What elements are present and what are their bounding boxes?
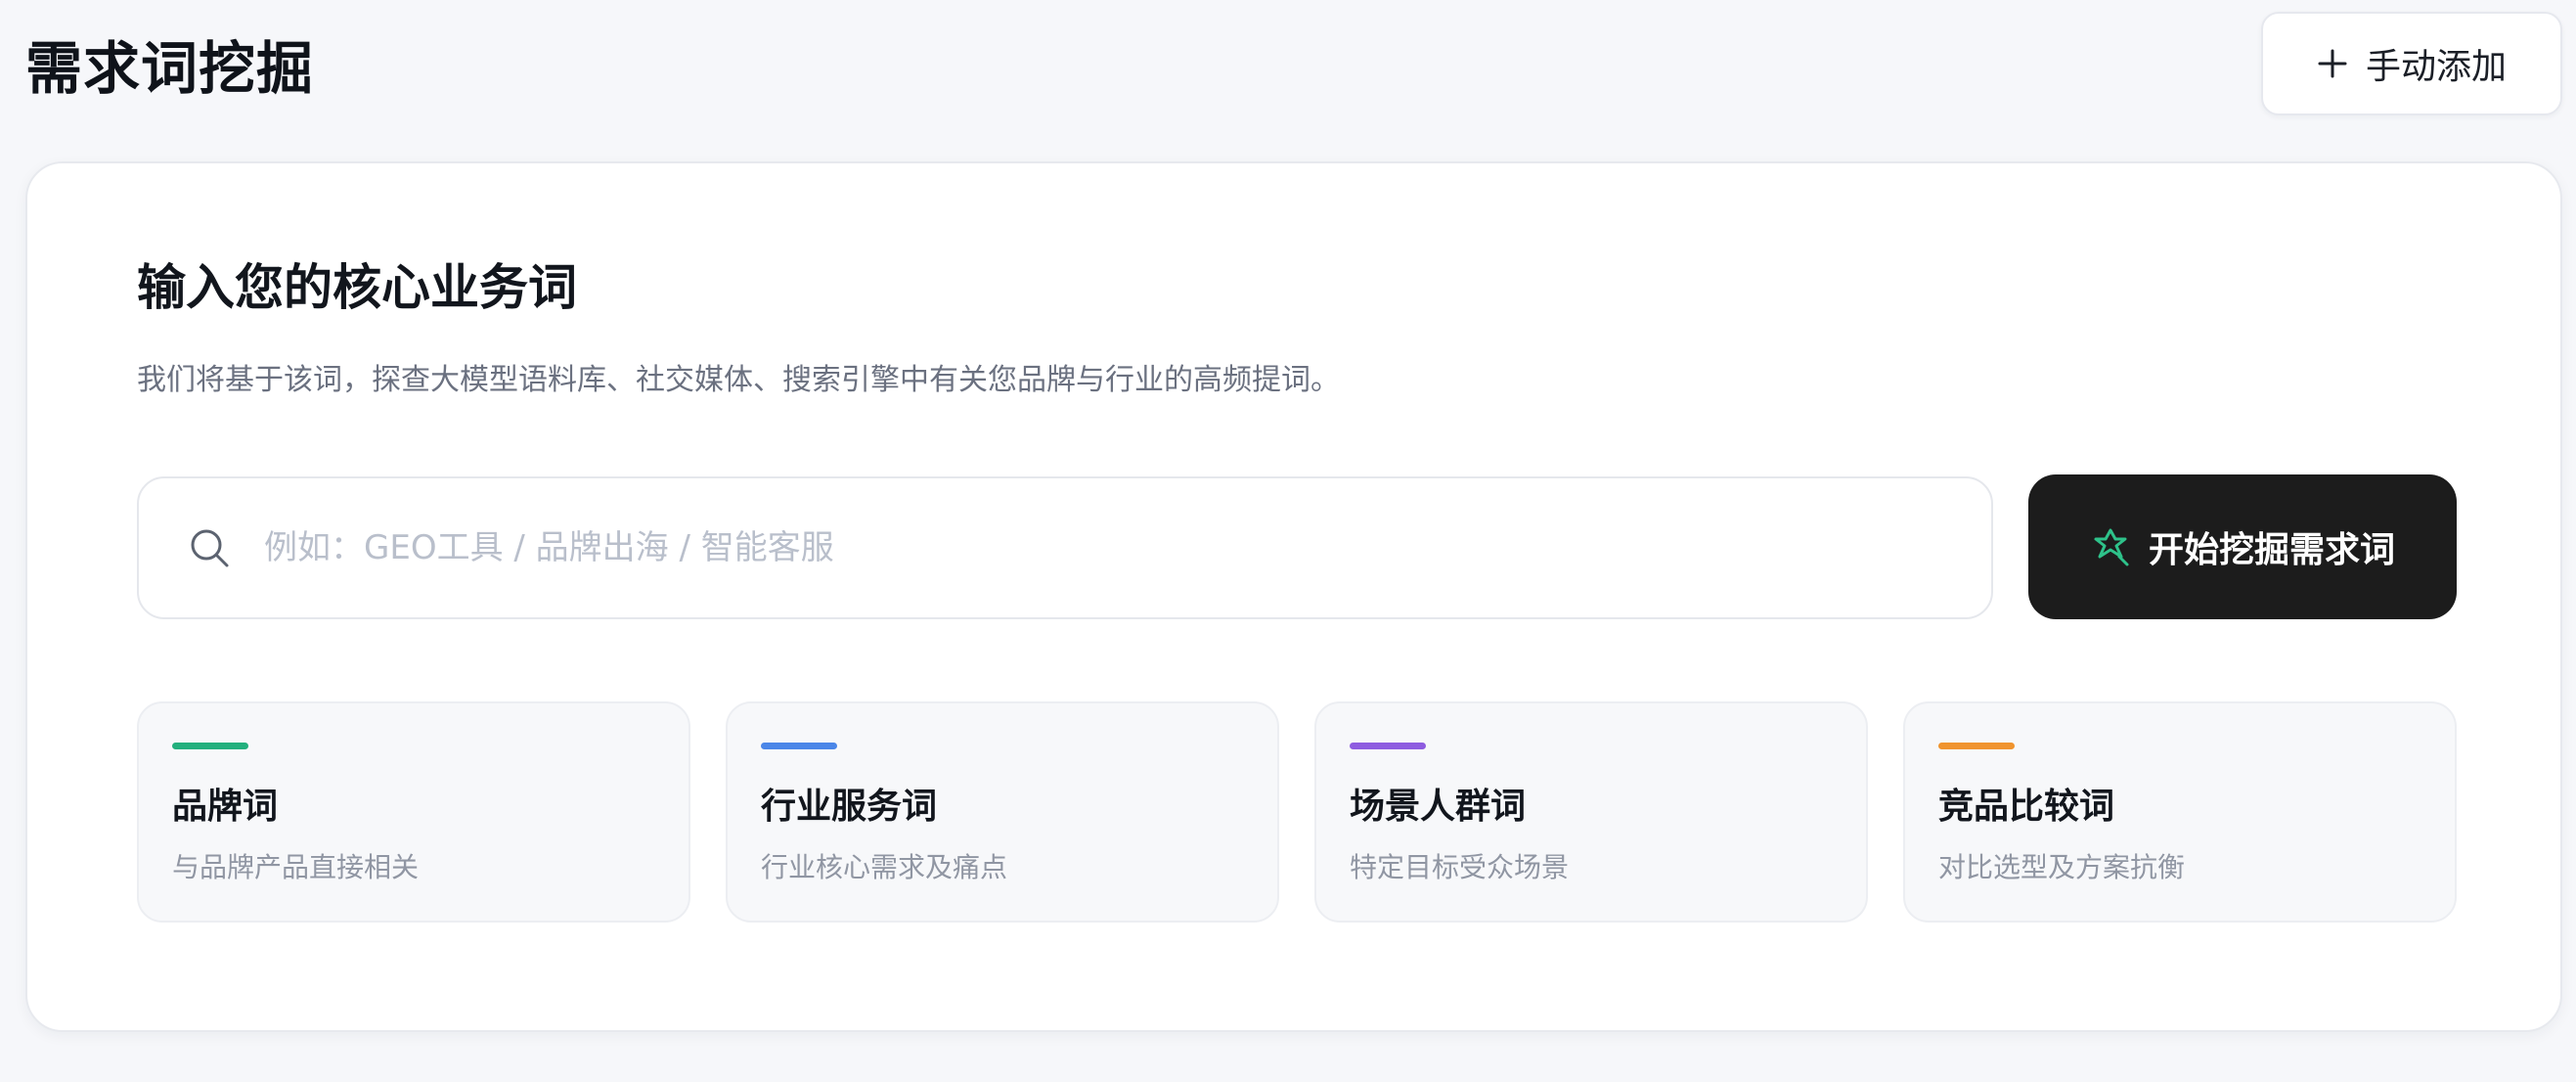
- start-mining-label: 开始挖掘需求词: [2148, 530, 2395, 570]
- start-mining-button[interactable]: 开始挖掘需求词: [2028, 474, 2457, 619]
- category-description: 特定目标受众场景: [1350, 851, 1570, 883]
- category-card-brand[interactable]: 品牌词 与品牌产品直接相关: [137, 701, 690, 923]
- accent-bar: [1350, 743, 1426, 749]
- plus-icon: [2318, 49, 2347, 78]
- category-card-industry[interactable]: 行业服务词 行业核心需求及痛点: [726, 701, 1279, 923]
- search-icon: [191, 529, 229, 567]
- manual-add-label: 手动添加: [2365, 47, 2507, 87]
- keyword-input-card: 输入您的核心业务词 我们将基于该词，探查大模型语料库、社交媒体、搜索引擎中有关您…: [25, 161, 2562, 1032]
- sparkle-icon: [2094, 528, 2129, 566]
- category-title: 竞品比较词: [1938, 787, 2115, 827]
- accent-bar: [172, 743, 248, 749]
- category-description: 与品牌产品直接相关: [172, 851, 420, 883]
- category-title: 品牌词: [172, 787, 279, 827]
- accent-bar: [1938, 743, 2015, 749]
- category-card-scenario[interactable]: 场景人群词 特定目标受众场景: [1314, 701, 1868, 923]
- manual-add-button[interactable]: 手动添加: [2261, 12, 2562, 115]
- page-title: 需求词挖掘: [25, 35, 315, 102]
- category-description: 行业核心需求及痛点: [761, 851, 1008, 883]
- section-description: 我们将基于该词，探查大模型语料库、社交媒体、搜索引擎中有关您品牌与行业的高频提词…: [137, 363, 1340, 397]
- accent-bar: [761, 743, 837, 749]
- category-card-competitor[interactable]: 竞品比较词 对比选型及方案抗衡: [1903, 701, 2457, 923]
- section-title: 输入您的核心业务词: [137, 259, 577, 316]
- category-title: 场景人群词: [1350, 787, 1527, 827]
- search-box: [137, 476, 1993, 619]
- category-title: 行业服务词: [761, 787, 938, 827]
- category-description: 对比选型及方案抗衡: [1938, 851, 2186, 883]
- keyword-search-input[interactable]: [262, 518, 1991, 578]
